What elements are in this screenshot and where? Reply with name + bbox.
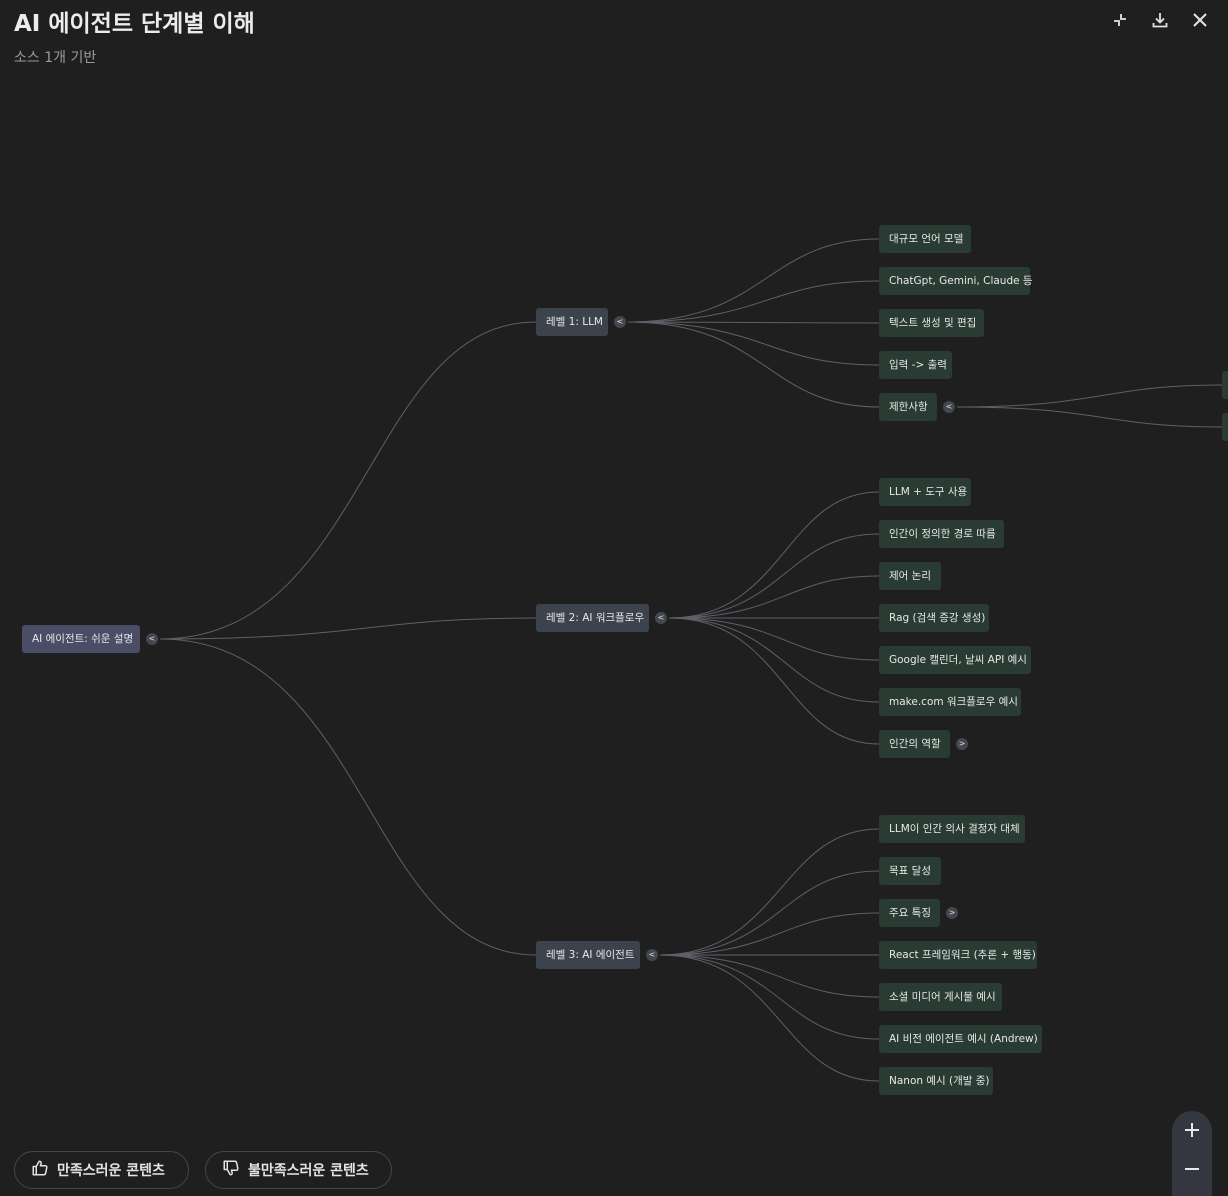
node-label: AI 비전 에이전트 예시 (Andrew) xyxy=(889,1033,1038,1045)
expand-toggle[interactable]: > xyxy=(946,907,958,919)
leaf-node[interactable]: LLM + 도구 사용 xyxy=(879,478,971,506)
mindmap-edge xyxy=(159,617,537,640)
mindmap-edges xyxy=(159,238,1223,1082)
mindmap-edge xyxy=(659,870,880,956)
mindmap-edge xyxy=(956,406,1223,428)
leaf-node[interactable]: 대규모 언어 모델 xyxy=(879,225,971,253)
level-node-1[interactable]: 레벨 1: LLM xyxy=(536,308,608,336)
node-label: Rag (검색 증강 생성) xyxy=(889,612,986,624)
node-label: 레벨 2: AI 워크플로우 xyxy=(546,612,645,624)
leaf-node[interactable]: 소셜 미디어 게시물 예시 xyxy=(879,983,1002,1011)
node-label: 입력 -> 출력 xyxy=(889,359,947,371)
leaf-node[interactable]: React 프레임워크 (추론 + 행동) xyxy=(879,941,1037,969)
leaf-node[interactable]: 주요 특징 xyxy=(879,899,940,927)
node-label: Nanon 예시 (개발 중) xyxy=(889,1075,990,1087)
level-1-collapse-toggle[interactable]: < xyxy=(614,316,626,328)
node-label: LLM + 도구 사용 xyxy=(889,486,968,498)
leaf-node[interactable]: 인간이 정의한 경로 따름 xyxy=(879,520,1004,548)
zoom-controls xyxy=(1172,1111,1212,1196)
node-label: 목표 달성 xyxy=(889,865,931,877)
minus-icon xyxy=(1183,1160,1201,1182)
positive-feedback-button[interactable]: 만족스러운 콘텐츠 xyxy=(14,1151,189,1189)
mindmap-edge xyxy=(956,384,1223,408)
mindmap-edge xyxy=(159,638,537,956)
plus-icon xyxy=(1183,1121,1201,1143)
node-label: React 프레임워크 (추론 + 행동) xyxy=(889,949,1036,961)
leaf-node[interactable]: 인간의 역할 xyxy=(879,730,950,758)
mindmap-edge xyxy=(668,533,880,619)
node-label: 주요 특징 xyxy=(889,907,931,919)
negative-feedback-button[interactable]: 불만족스러운 콘텐츠 xyxy=(205,1151,392,1189)
node-label: Google 캘린더, 날씨 API 예시 xyxy=(889,654,1027,666)
mindmap-edge xyxy=(627,321,880,408)
node-label: 소셜 미디어 게시물 예시 xyxy=(889,991,996,1003)
node-label: LLM이 인간 의사 결정자 대체 xyxy=(889,823,1020,835)
node-label: make.com 워크플로우 예시 xyxy=(889,696,1018,708)
mindmap-edge xyxy=(659,954,880,1040)
root-node[interactable]: AI 에이전트: 쉬운 설명 xyxy=(22,625,140,653)
mindmap-edge xyxy=(659,828,880,956)
offscreen-child-node[interactable] xyxy=(1222,371,1228,399)
leaf-node[interactable]: 텍스트 생성 및 편집 xyxy=(879,309,984,337)
mindmap-edge xyxy=(627,238,880,323)
expand-toggle[interactable]: > xyxy=(956,738,968,750)
root-collapse-toggle[interactable]: < xyxy=(146,633,158,645)
mindmap-edge xyxy=(668,617,880,703)
zoom-out-button[interactable] xyxy=(1172,1151,1212,1191)
leaf-node[interactable]: 목표 달성 xyxy=(879,857,941,885)
node-label: 제어 논리 xyxy=(889,570,931,582)
collapse-toggle[interactable]: < xyxy=(943,401,955,413)
node-label: 제한사항 xyxy=(889,401,928,413)
leaf-node[interactable]: 제한사항 xyxy=(879,393,937,421)
leaf-node[interactable]: Google 캘린더, 날씨 API 예시 xyxy=(879,646,1031,674)
leaf-node[interactable]: LLM이 인간 의사 결정자 대체 xyxy=(879,815,1025,843)
leaf-node[interactable]: AI 비전 에이전트 예시 (Andrew) xyxy=(879,1025,1042,1053)
leaf-node[interactable]: 입력 -> 출력 xyxy=(879,351,952,379)
node-label: 텍스트 생성 및 편집 xyxy=(889,317,977,329)
level-3-collapse-toggle[interactable]: < xyxy=(646,949,658,961)
thumbs-down-icon xyxy=(222,1159,240,1181)
node-label: AI 에이전트: 쉬운 설명 xyxy=(32,633,134,645)
mindmap-edge xyxy=(159,321,537,640)
node-label: 레벨 3: AI 에이전트 xyxy=(546,949,635,961)
mindmap-edge xyxy=(659,954,880,1082)
mindmap-edge xyxy=(668,617,880,745)
leaf-node[interactable]: 제어 논리 xyxy=(879,562,941,590)
node-label: 인간이 정의한 경로 따름 xyxy=(889,528,996,540)
leaf-node[interactable]: make.com 워크플로우 예시 xyxy=(879,688,1021,716)
node-label: ChatGpt, Gemini, Claude 등 xyxy=(889,275,1033,287)
mindmap-dialog: AI 에이전트 단계별 이해 소스 1개 기반 AI 에이전트: 쉬운 설명 < 레… xyxy=(0,0,1228,1196)
zoom-in-button[interactable] xyxy=(1172,1112,1212,1152)
level-node-2[interactable]: 레벨 2: AI 워크플로우 xyxy=(536,604,649,632)
thumbs-up-icon xyxy=(31,1159,49,1181)
level-node-3[interactable]: 레벨 3: AI 에이전트 xyxy=(536,941,640,969)
leaf-node[interactable]: Nanon 예시 (개발 중) xyxy=(879,1067,993,1095)
negative-feedback-label: 불만족스러운 콘텐츠 xyxy=(248,1163,369,1179)
leaf-node[interactable]: Rag (검색 증강 생성) xyxy=(879,604,989,632)
node-label: 레벨 1: LLM xyxy=(546,316,603,328)
level-2-collapse-toggle[interactable]: < xyxy=(655,612,667,624)
node-label: 대규모 언어 모델 xyxy=(889,233,964,245)
leaf-node[interactable]: ChatGpt, Gemini, Claude 등 xyxy=(879,267,1033,295)
positive-feedback-label: 만족스러운 콘텐츠 xyxy=(57,1163,165,1179)
node-label: 인간의 역할 xyxy=(889,738,941,750)
mindmap-edge xyxy=(668,491,880,619)
offscreen-child-node[interactable] xyxy=(1222,413,1228,441)
